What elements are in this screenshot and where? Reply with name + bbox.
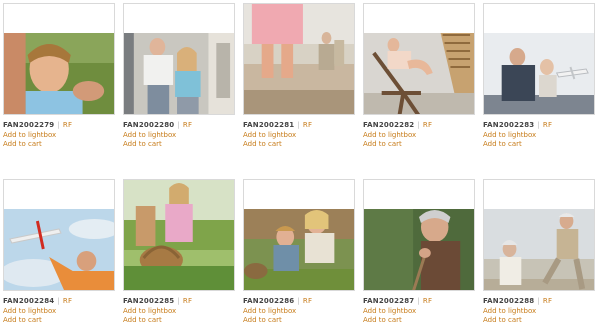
thumbnail-old-man-walking-cane[interactable] <box>364 209 474 290</box>
separator: | <box>417 297 420 305</box>
add-to-lightbox-link[interactable]: Add to lightbox <box>483 307 536 316</box>
license-type[interactable]: RF <box>543 121 552 129</box>
image-code: FAN2002283 <box>483 121 535 129</box>
thumbnail-frame[interactable] <box>123 3 235 115</box>
thumbnail-frame[interactable] <box>3 179 115 291</box>
image-code: FAN2002287 <box>363 297 415 305</box>
license-type[interactable]: RF <box>423 297 432 305</box>
thumbnail-frame[interactable] <box>363 3 475 115</box>
image-code: FAN2002286 <box>243 297 295 305</box>
image-code: FAN2002282 <box>363 121 415 129</box>
add-to-lightbox-link[interactable]: Add to lightbox <box>3 131 56 140</box>
image-results-grid: FAN2002279 | RF Add to lightbox Add to car… <box>0 0 600 324</box>
item-meta: FAN2002281 | RF <box>243 120 312 130</box>
thumbnail-frame[interactable] <box>123 179 235 291</box>
add-to-cart-link[interactable]: Add to cart <box>363 140 402 149</box>
add-to-lightbox-link[interactable]: Add to lightbox <box>243 307 296 316</box>
separator: | <box>177 121 180 129</box>
separator: | <box>537 121 540 129</box>
thumbnail-frame[interactable] <box>3 3 115 115</box>
license-type[interactable]: RF <box>183 297 192 305</box>
thumbnail-grandfather-girl-porch[interactable] <box>124 33 234 114</box>
add-to-lightbox-link[interactable]: Add to lightbox <box>363 307 416 316</box>
thumbnail-girl-garden-basket[interactable] <box>124 180 234 290</box>
item-meta: FAN2002287 | RF <box>363 296 432 306</box>
add-to-lightbox-link[interactable]: Add to lightbox <box>483 131 536 140</box>
thumbnail-child-on-deckchair[interactable] <box>364 33 474 114</box>
license-type[interactable]: RF <box>543 297 552 305</box>
item-meta: FAN2002282 | RF <box>363 120 432 130</box>
image-code: FAN2002280 <box>123 121 175 129</box>
item-meta: FAN2002286 | RF <box>243 296 312 306</box>
thumbnail-elderly-couple-beach[interactable] <box>484 209 594 290</box>
thumbnail-frame[interactable] <box>483 179 595 291</box>
separator: | <box>177 297 180 305</box>
thumbnail-boy-smiling[interactable] <box>4 33 114 114</box>
license-type[interactable]: RF <box>303 121 312 129</box>
item-meta: FAN2002284 | RF <box>3 296 72 306</box>
item-meta: FAN2002283 | RF <box>483 120 552 130</box>
separator: | <box>417 121 420 129</box>
add-to-lightbox-link[interactable]: Add to lightbox <box>3 307 56 316</box>
license-type[interactable]: RF <box>423 121 432 129</box>
add-to-lightbox-link[interactable]: Add to lightbox <box>363 131 416 140</box>
thumbnail-mother-son-gardening[interactable] <box>244 209 354 290</box>
license-type[interactable]: RF <box>183 121 192 129</box>
add-to-cart-link[interactable]: Add to cart <box>123 140 162 149</box>
add-to-lightbox-link[interactable]: Add to lightbox <box>243 131 296 140</box>
thumbnail-boy-toy-plane-sky[interactable] <box>4 209 114 290</box>
separator: | <box>297 121 300 129</box>
item-meta: FAN2002285 | RF <box>123 296 192 306</box>
image-code: FAN2002284 <box>3 297 55 305</box>
item-meta: FAN2002279 | RF <box>3 120 72 130</box>
image-code: FAN2002288 <box>483 297 535 305</box>
license-type[interactable]: RF <box>303 297 312 305</box>
add-to-cart-link[interactable]: Add to cart <box>483 140 522 149</box>
item-meta: FAN2002288 | RF <box>483 296 552 306</box>
thumbnail-frame[interactable] <box>243 179 355 291</box>
thumbnail-frame[interactable] <box>363 179 475 291</box>
license-type[interactable]: RF <box>63 121 72 129</box>
thumbnail-feet-on-beach[interactable] <box>244 4 354 114</box>
image-code: FAN2002279 <box>3 121 55 129</box>
separator: | <box>57 297 60 305</box>
separator: | <box>537 297 540 305</box>
thumbnail-grandfather-child-airplane[interactable] <box>484 33 594 114</box>
add-to-cart-link[interactable]: Add to cart <box>3 140 42 149</box>
add-to-cart-link[interactable]: Add to cart <box>243 140 282 149</box>
image-code: FAN2002281 <box>243 121 295 129</box>
item-meta: FAN2002280 | RF <box>123 120 192 130</box>
separator: | <box>57 121 60 129</box>
separator: | <box>297 297 300 305</box>
license-type[interactable]: RF <box>63 297 72 305</box>
thumbnail-frame[interactable] <box>243 3 355 115</box>
image-code: FAN2002285 <box>123 297 175 305</box>
add-to-lightbox-link[interactable]: Add to lightbox <box>123 131 176 140</box>
add-to-lightbox-link[interactable]: Add to lightbox <box>123 307 176 316</box>
thumbnail-frame[interactable] <box>483 3 595 115</box>
